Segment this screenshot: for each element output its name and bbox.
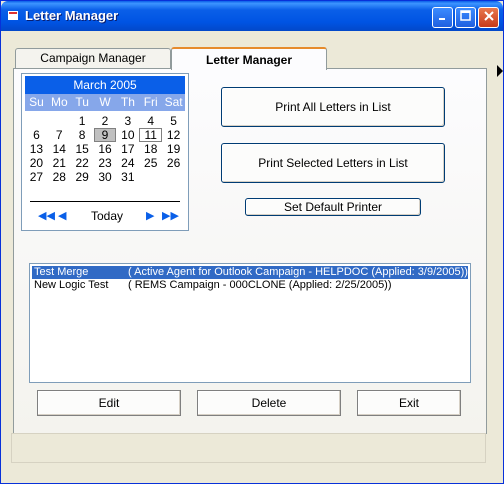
calendar-day[interactable] bbox=[48, 114, 71, 128]
month-calendar[interactable]: March 2005 Su Mo Tu W Th Fri Sat 1 2 3 4… bbox=[21, 73, 189, 231]
calendar-day[interactable]: 1 bbox=[71, 114, 94, 128]
calendar-day[interactable]: 26 bbox=[162, 156, 185, 170]
calendar-day[interactable] bbox=[25, 114, 48, 128]
letter-manager-window: Letter Manager Campaign Manager Letter M… bbox=[0, 0, 504, 484]
calendar-day[interactable]: 22 bbox=[71, 156, 94, 170]
calendar-day[interactable]: 3 bbox=[116, 114, 139, 128]
weekday-label: Fri bbox=[143, 95, 158, 109]
letter-list[interactable]: Test Merge ( Active Agent for Outlook Ca… bbox=[29, 263, 471, 383]
calendar-day[interactable]: 19 bbox=[162, 142, 185, 156]
calendar-day[interactable] bbox=[139, 170, 162, 184]
list-item[interactable]: New Logic Test ( REMS Campaign - 000CLON… bbox=[32, 279, 468, 292]
calendar-day[interactable]: 31 bbox=[116, 170, 139, 184]
minimize-icon bbox=[438, 18, 445, 20]
calendar-day[interactable]: 21 bbox=[48, 156, 71, 170]
calendar-day[interactable]: 4 bbox=[139, 114, 162, 128]
calendar-today-link[interactable]: Today bbox=[91, 209, 123, 223]
next-year-icon[interactable]: ▶▶ bbox=[162, 209, 179, 222]
weekday-label: Su bbox=[29, 95, 44, 109]
title-bar[interactable]: Letter Manager bbox=[1, 1, 503, 31]
calendar-day[interactable]: 8 bbox=[71, 128, 94, 142]
calendar-day[interactable]: 13 bbox=[25, 142, 48, 156]
weekday-label: W bbox=[99, 95, 111, 109]
calendar-day[interactable]: 27 bbox=[25, 170, 48, 184]
close-button[interactable] bbox=[478, 7, 499, 28]
delete-button[interactable]: Delete bbox=[197, 390, 341, 416]
calendar-day[interactable]: 10 bbox=[116, 128, 139, 142]
weekday-label: Th bbox=[120, 95, 135, 109]
next-month-icon[interactable]: ▶ bbox=[146, 209, 154, 222]
calendar-day[interactable]: 5 bbox=[162, 114, 185, 128]
calendar-day[interactable] bbox=[162, 170, 185, 184]
previous-year-icon[interactable]: ◀◀ bbox=[38, 209, 55, 222]
calendar-day[interactable]: 2 bbox=[94, 114, 117, 128]
calendar-day[interactable]: 30 bbox=[94, 170, 117, 184]
calendar-day[interactable]: 14 bbox=[48, 142, 71, 156]
calendar-month-title: March 2005 bbox=[25, 76, 185, 94]
calendar-day[interactable]: 6 bbox=[25, 128, 48, 142]
maximize-button[interactable] bbox=[455, 7, 476, 28]
calendar-day[interactable]: 12 bbox=[162, 128, 185, 142]
maximize-icon bbox=[460, 10, 471, 21]
weekday-label: Sat bbox=[164, 95, 183, 109]
print-all-letters-button[interactable]: Print All Letters in List bbox=[221, 87, 445, 127]
window-title: Letter Manager bbox=[25, 8, 119, 23]
calendar-day[interactable]: 20 bbox=[25, 156, 48, 170]
print-selected-letters-button[interactable]: Print Selected Letters in List bbox=[221, 143, 445, 183]
calendar-day-today[interactable]: 11 bbox=[139, 128, 163, 142]
calendar-day[interactable]: 16 bbox=[94, 142, 117, 156]
calendar-day[interactable]: 18 bbox=[139, 142, 162, 156]
scroll-right-icon bbox=[497, 65, 503, 77]
status-bar bbox=[11, 433, 486, 463]
calendar-day[interactable]: 15 bbox=[71, 142, 94, 156]
calendar-day[interactable]: 29 bbox=[71, 170, 94, 184]
calendar-day-grid: 1 2 3 4 5 6 7 8 9 10 11 12 13 14 15 16 1… bbox=[25, 114, 185, 184]
calendar-day[interactable]: 25 bbox=[139, 156, 162, 170]
calendar-day[interactable]: 17 bbox=[116, 142, 139, 156]
close-icon bbox=[483, 11, 494, 21]
app-icon bbox=[8, 11, 18, 20]
letter-name: Test Merge bbox=[34, 266, 89, 278]
letter-detail: ( Active Agent for Outlook Campaign - HE… bbox=[128, 266, 468, 278]
edit-button[interactable]: Edit bbox=[37, 390, 181, 416]
tab-campaign-manager[interactable]: Campaign Manager bbox=[15, 48, 171, 68]
calendar-day[interactable]: 24 bbox=[116, 156, 139, 170]
list-item[interactable]: Test Merge ( Active Agent for Outlook Ca… bbox=[32, 266, 468, 279]
weekday-label: Mo bbox=[50, 95, 68, 109]
weekday-label: Tu bbox=[75, 95, 89, 109]
letter-name: New Logic Test bbox=[34, 279, 109, 291]
minimize-button[interactable] bbox=[432, 7, 453, 28]
calendar-divider bbox=[30, 201, 180, 202]
calendar-weekday-header: Su Mo Tu W Th Fri Sat bbox=[25, 94, 185, 111]
calendar-navigation: ◀◀ ◀ Today ▶ ▶▶ bbox=[22, 209, 188, 223]
calendar-day[interactable]: 23 bbox=[94, 156, 117, 170]
calendar-day[interactable]: 28 bbox=[48, 170, 71, 184]
exit-button[interactable]: Exit bbox=[357, 390, 461, 416]
letter-detail: ( REMS Campaign - 000CLONE (Applied: 2/2… bbox=[128, 279, 392, 291]
tab-letter-manager[interactable]: Letter Manager bbox=[171, 47, 327, 70]
set-default-printer-button[interactable]: Set Default Printer bbox=[245, 198, 421, 216]
calendar-day[interactable]: 7 bbox=[48, 128, 71, 142]
calendar-day-selected[interactable]: 9 bbox=[93, 128, 117, 142]
previous-month-icon[interactable]: ◀ bbox=[58, 209, 66, 222]
